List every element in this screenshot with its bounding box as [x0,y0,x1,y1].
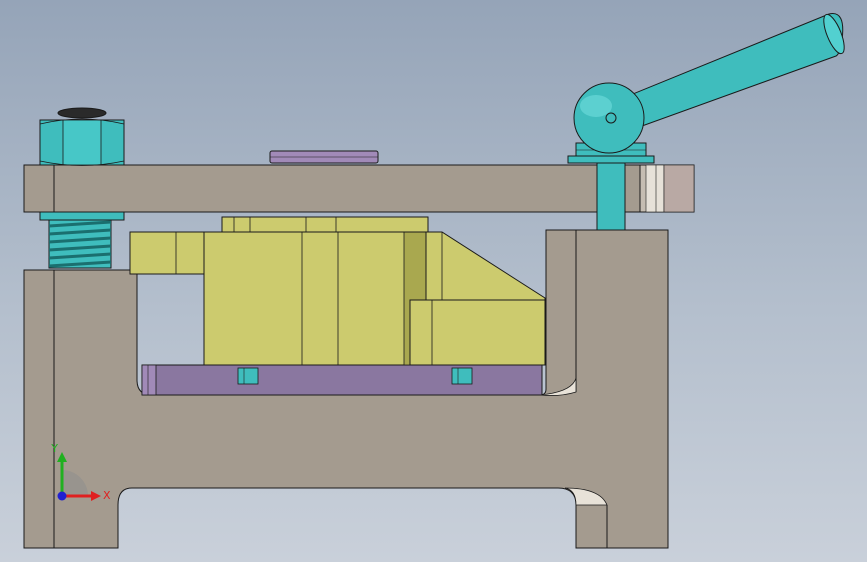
workpiece[interactable] [129,216,546,366]
stud-body [48,219,112,269]
cad-viewport[interactable]: Y X [0,0,867,562]
triad-z-axis [57,491,67,501]
dowel-pin-right [451,367,473,385]
workpiece-top-lip [221,216,429,233]
lever-pivot-hole [605,112,617,124]
lever-arm [627,13,844,127]
clamp-plate-slot-end [663,164,695,213]
threaded-stud[interactable] [39,211,125,269]
clamp-plate-body [23,164,695,213]
triad-x-label: X [103,489,111,502]
locator-plate-body [141,364,543,396]
pressure-pad[interactable] [269,150,379,164]
clamp-plate[interactable] [23,164,695,213]
nut-face-center [62,119,102,166]
workpiece-cylinder [203,231,427,366]
workpiece-boss [409,299,546,366]
cam-lever-handle[interactable] [567,12,848,231]
clamp-plate-slot-highlight [645,164,665,213]
lever-ball-highlight [580,95,612,117]
locator-plate-end [141,364,157,396]
triad-y-label: Y [50,442,58,455]
cad-model-view[interactable]: Y X [0,0,867,562]
nut-stud-top [57,107,107,119]
locator-plate[interactable] [141,364,543,396]
cam-washer [567,155,655,164]
stud-washer [39,211,125,221]
dowel-pin-left [237,367,259,385]
cam-shaft [596,161,626,231]
hex-nut[interactable] [39,107,125,166]
